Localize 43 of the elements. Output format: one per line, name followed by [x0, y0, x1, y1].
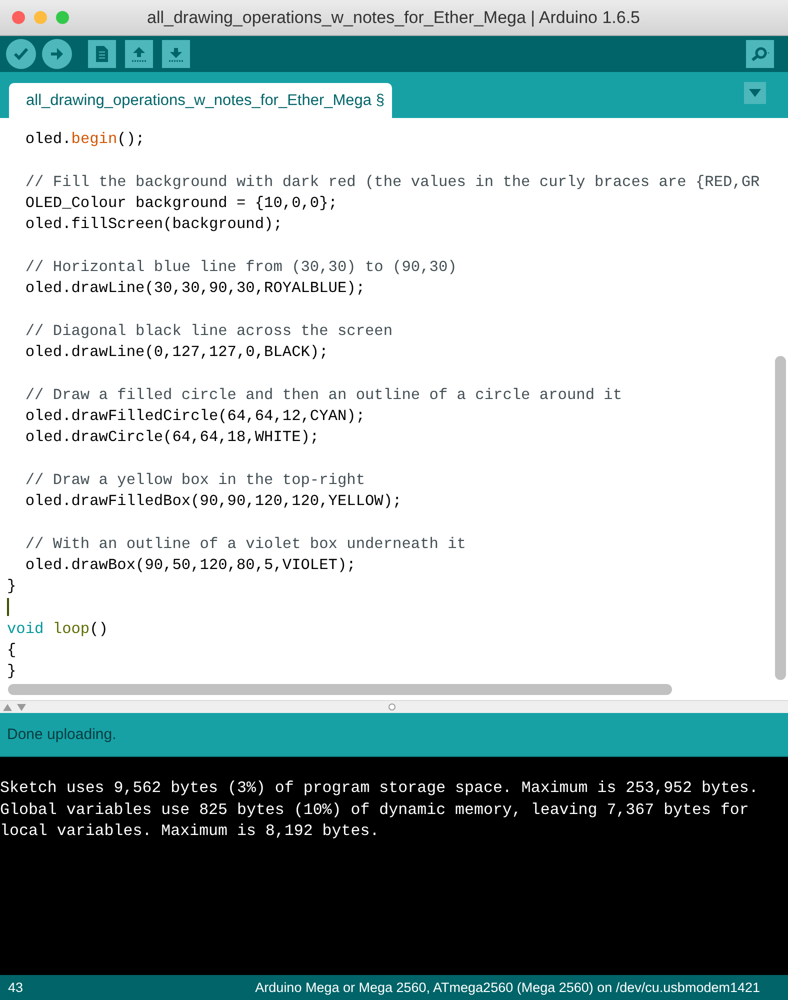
tab-menu-button[interactable]	[744, 82, 766, 104]
code-line: OLED_Colour background = {10,0,0};	[24, 192, 338, 214]
file-tab[interactable]: all_drawing_operations_w_notes_for_Ether_Mega §	[9, 83, 392, 118]
code-line: oled.begin();	[24, 129, 145, 150]
status-message: Done uploading.	[7, 726, 116, 743]
new-button[interactable]	[88, 40, 116, 68]
horizontal-scrollbar[interactable]	[8, 684, 672, 695]
code-line: // With an outline of a violet box underneath it	[24, 534, 466, 555]
close-button[interactable]	[12, 11, 25, 24]
board-port-info: Arduino Mega or Mega 2560, ATmega2560 (Mega 2560) on /dev/cu.usbmodem1421	[255, 980, 760, 995]
open-button[interactable]	[125, 40, 153, 68]
arrow-right-icon	[49, 46, 65, 62]
code-line: {	[7, 640, 16, 662]
download-arrow-icon	[167, 45, 185, 63]
code-line: // Diagonal black line across the screen	[24, 320, 393, 342]
splitter-handle-icon[interactable]	[388, 703, 396, 711]
checkmark-icon	[12, 45, 30, 63]
caret-icon	[749, 89, 761, 97]
code-line: // Draw a yellow box in the top-right	[24, 470, 366, 491]
code-line: oled.drawLine(30,30,90,30,ROYALBLUE);	[24, 278, 366, 300]
vertical-scrollbar[interactable]	[775, 356, 786, 680]
upload-arrow-icon	[130, 45, 148, 63]
save-button[interactable]	[162, 40, 190, 68]
code-line: // Draw a filled circle and then an outline of a circle around it	[24, 384, 622, 406]
code-line: }	[7, 576, 16, 598]
document-icon	[95, 45, 109, 63]
serial-monitor-button[interactable]	[746, 40, 774, 68]
verify-button[interactable]	[6, 39, 36, 69]
code-line: void loop()	[7, 618, 108, 640]
code-line: // Fill the background with dark red (the values in the curly braces are {RED,GR	[24, 172, 760, 193]
upload-button[interactable]	[42, 39, 72, 69]
code-line: oled.drawBox(90,50,120,80,5,VIOLET);	[24, 554, 356, 576]
window-title: all_drawing_operations_w_notes_for_Ether_Mega | Arduino 1.6.5	[146, 8, 642, 28]
code-line: oled.drawFilledBox(90,90,120,120,YELLOW);	[24, 491, 402, 512]
code-line: // Horizontal blue line from (30,30) to (90,30)	[24, 256, 457, 278]
line-number: 43	[8, 980, 24, 995]
code-line: oled.drawFilledCircle(64,64,12,CYAN);	[24, 406, 366, 427]
zoom-button[interactable]	[56, 11, 69, 24]
console-output: Sketch uses 9,562 bytes (3%) of program storage space. Maximum is 253,952 bytes. Global variables use 825 bytes (10%) of dynamic memory, leaving 7,367 bytes for local variables. Maximum is 8,192 bytes.	[0, 757, 788, 975]
code-line: oled.drawLine(0,127,127,0,BLACK);	[24, 342, 328, 363]
code-line: }	[7, 661, 16, 682]
code-line: oled.fillScreen(background);	[24, 214, 282, 236]
code-line: oled.drawCircle(64,64,18,WHITE);	[24, 427, 320, 448]
